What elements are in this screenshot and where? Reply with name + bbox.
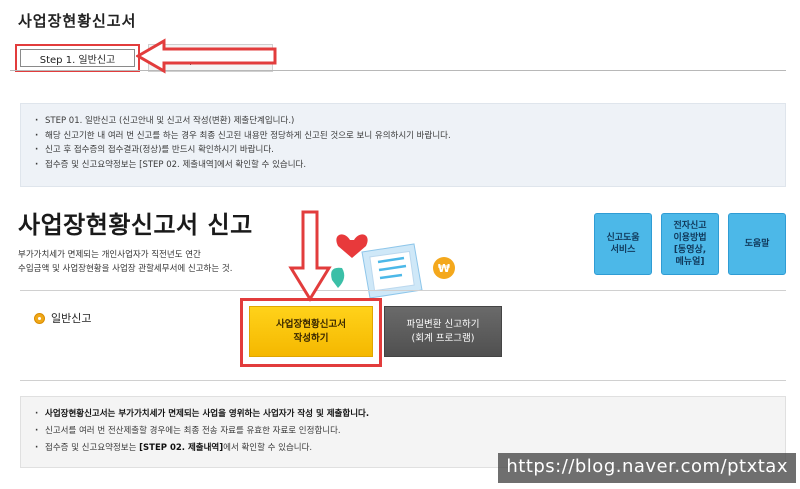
red-arrow-down-icon [288, 210, 332, 302]
section-divider-bottom [20, 380, 786, 381]
help-button[interactable]: 도움말 [728, 213, 786, 275]
file-button-line: (회계 프로그램) [411, 332, 475, 344]
e-filing-guide-button[interactable]: 전자신고 이용방법 [동영상, 메뉴얼] [661, 213, 719, 275]
write-report-button[interactable]: 사업장현황신고서 작성하기 [249, 306, 373, 357]
main-description: 부가가치세가 면제되는 개인사업자가 직전년도 연간 수입금액 및 사업장현황을… [18, 248, 308, 276]
notice-item: 신고서를 여러 번 전산제출할 경우에는 최종 전송 자료를 유효한 자료로 인… [35, 423, 771, 440]
notice-text: 접수증 및 신고요약정보는 [45, 443, 140, 453]
write-button-line: 작성하기 [293, 332, 329, 344]
write-button-line: 사업장현황신고서 [276, 318, 346, 330]
info-box: STEP 01. 일반신고 (신고안내 및 신고서 작성(변환) 제출단계입니다… [20, 103, 786, 187]
quick-button-label: 전자신고 이용방법 [동영상, 메뉴얼] [673, 221, 707, 267]
info-item: 신고 후 접수증의 접수결과(정상)를 반드시 확인하시기 바랍니다. [35, 143, 771, 158]
tabs-divider [10, 70, 786, 71]
notice-bold: 사업장현황신고서는 부가가치세가 면제되는 사업을 영위하는 사업자가 작성 및… [45, 409, 370, 419]
tab-step1-general[interactable]: Step 1. 일반신고 [15, 44, 140, 72]
main-title: 사업장현황신고서 신고 [18, 211, 253, 239]
general-filing-label: 일반신고 [34, 310, 91, 326]
notice-text: 에서 확인할 수 있습니다. [223, 443, 313, 453]
quick-button-label: 도움말 [744, 239, 770, 249]
section-divider-top [20, 290, 786, 291]
file-button-line: 파일변환 신고하기 [406, 318, 480, 330]
info-item: STEP 01. 일반신고 (신고안내 및 신고서 작성(변환) 제출단계입니다… [35, 114, 771, 129]
page-title: 사업장현황신고서 [18, 12, 137, 30]
quick-button-label: 신고도움 서비스 [606, 233, 640, 255]
watermark: https://blog.naver.com/ptxtax [498, 453, 796, 483]
section-label-text: 일반신고 [51, 312, 92, 325]
file-conversion-button[interactable]: 파일변환 신고하기 (회계 프로그램) [384, 306, 502, 357]
notice-item: 사업장현황신고서는 부가가치세가 면제되는 사업을 영위하는 사업자가 작성 및… [35, 406, 771, 423]
info-item: 접수증 및 신고요약정보는 [STEP 02. 제출내역]에서 확인할 수 있습… [35, 158, 771, 173]
notice-bold: [STEP 02. 제출내역] [139, 443, 224, 453]
info-item: 해당 신고기한 내 여러 번 신고를 하는 경우 최종 신고된 내용만 정당하게… [35, 129, 771, 144]
bullet-icon [34, 312, 45, 324]
red-arrow-left-icon [136, 38, 277, 74]
filing-help-service-button[interactable]: 신고도움 서비스 [594, 213, 652, 275]
svg-text:₩: ₩ [438, 262, 450, 275]
main-desc-line: 수입금액 및 사업장현황을 사업장 관할세무서에 신고하는 것. [18, 264, 233, 274]
main-desc-line: 부가가치세가 면제되는 개인사업자가 직전년도 연간 [18, 250, 201, 260]
filing-illustration-icon: ₩ [331, 234, 455, 298]
